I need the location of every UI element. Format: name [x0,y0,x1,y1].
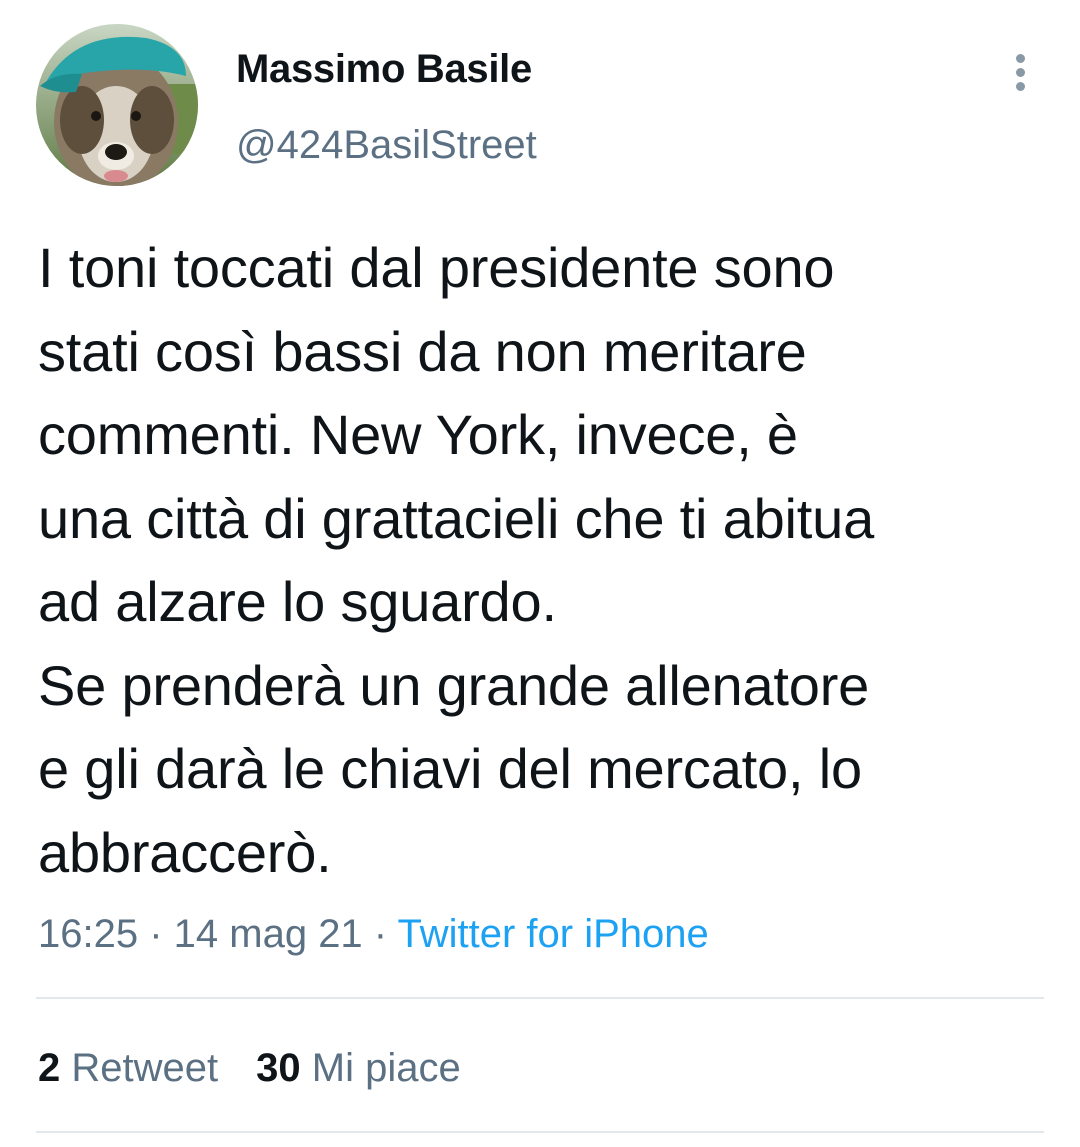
retweets-stat[interactable]: 2 Retweet [38,1042,218,1094]
tweet-detail: Massimo Basile @424BasilStreet I toni to… [0,0,1080,1147]
retweets-count: 2 [38,1046,61,1090]
tweet-date[interactable]: 14 mag 21 [174,912,363,956]
likes-label: Mi piace [311,1046,461,1090]
avatar[interactable] [36,24,198,186]
more-options-button[interactable] [1000,48,1040,96]
meta-separator: · [138,912,174,956]
likes-stat[interactable]: 30 Mi piace [256,1042,461,1094]
tweet-time[interactable]: 16:25 [38,912,138,956]
tweet-text: I toni toccati dal presidente sono stati… [38,236,875,884]
tweet-source-link[interactable]: Twitter for iPhone [398,912,709,956]
retweets-label: Retweet [71,1046,219,1090]
divider [36,997,1044,999]
author-handle[interactable]: @424BasilStreet [236,120,537,170]
meta-separator: · [362,912,398,956]
divider [36,1131,1044,1133]
dog-avatar-icon [36,24,198,186]
author-name[interactable]: Massimo Basile [236,44,532,94]
likes-count: 30 [256,1046,301,1090]
tweet-meta: 16:25 · 14 mag 21 · Twitter for iPhone [38,908,709,960]
tweet-stats: 2 Retweet 30 Mi piace [38,1042,461,1094]
